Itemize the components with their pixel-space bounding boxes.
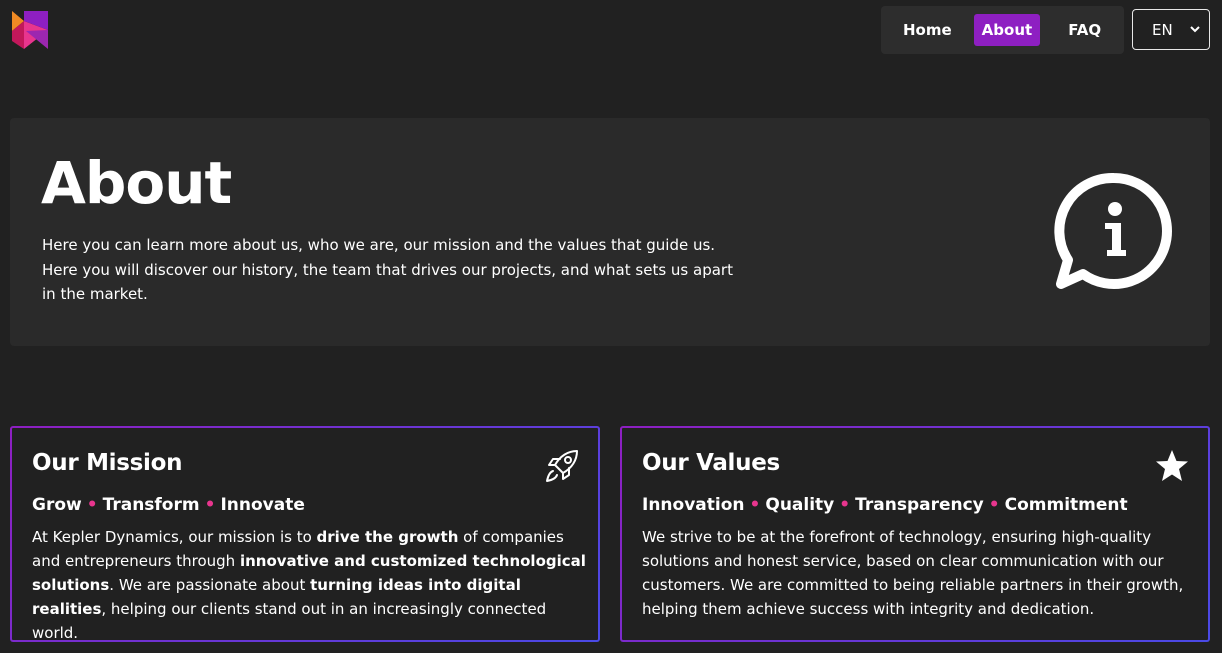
mission-card: Our Mission Grow • Transform • Innovate At K… [10, 426, 600, 642]
tagline-item: Grow [32, 495, 82, 515]
tagline-separator: • [86, 495, 98, 515]
main-nav: Home About FAQ [881, 6, 1124, 54]
language-select-value: EN [1152, 20, 1173, 39]
info-chat-bubble-icon [1054, 172, 1172, 289]
values-card: Our Values Innovation • Quality • Transparen… [620, 426, 1210, 642]
nav-link-about[interactable]: About [973, 14, 1041, 46]
tagline-item: Transparency [855, 495, 984, 515]
page: Home About FAQ EN About Here you can lea… [0, 0, 1222, 653]
text-segment: At Kepler Dynamics, our mission is to [32, 528, 317, 546]
chevron-down-icon [1190, 26, 1200, 33]
tagline-item: Innovation [642, 495, 745, 515]
tagline-item: Innovate [220, 495, 305, 515]
about-hero: About Here you can learn more about us, … [10, 118, 1210, 346]
tagline-separator: • [839, 495, 851, 515]
kepler-logo-icon[interactable] [12, 11, 48, 49]
tagline-separator: • [988, 495, 1000, 515]
page-title: About [41, 149, 232, 217]
values-text: We strive to be at the forefront of tech… [642, 525, 1198, 621]
text-highlight: drive the growth [316, 528, 459, 546]
mission-title: Our Mission [32, 450, 183, 476]
mission-text: At Kepler Dynamics, our mission is to dr… [32, 525, 588, 645]
star-icon [1156, 450, 1188, 481]
text-segment: , helping our clients stand out in an in… [32, 600, 547, 642]
tagline-separator: • [749, 495, 761, 515]
nav-link-home[interactable]: Home [895, 14, 960, 46]
rocket-icon [546, 450, 578, 482]
tagline-item: Transform [102, 495, 200, 515]
text-segment: . We are passionate about [109, 576, 311, 594]
hero-description: Here you can learn more about us, who we… [42, 236, 733, 303]
text-segment: We strive to be at the forefront of tech… [642, 528, 1184, 618]
mission-tagline: Grow • Transform • Innovate [32, 495, 305, 515]
tagline-item: Quality [765, 495, 835, 515]
tagline-separator: • [204, 495, 216, 515]
tagline-item: Commitment [1004, 495, 1128, 515]
values-title: Our Values [642, 450, 780, 476]
values-tagline: Innovation • Quality • Transparency • Commitme… [642, 495, 1128, 515]
language-select[interactable]: EN [1132, 9, 1210, 50]
nav-link-faq[interactable]: FAQ [1060, 14, 1109, 46]
